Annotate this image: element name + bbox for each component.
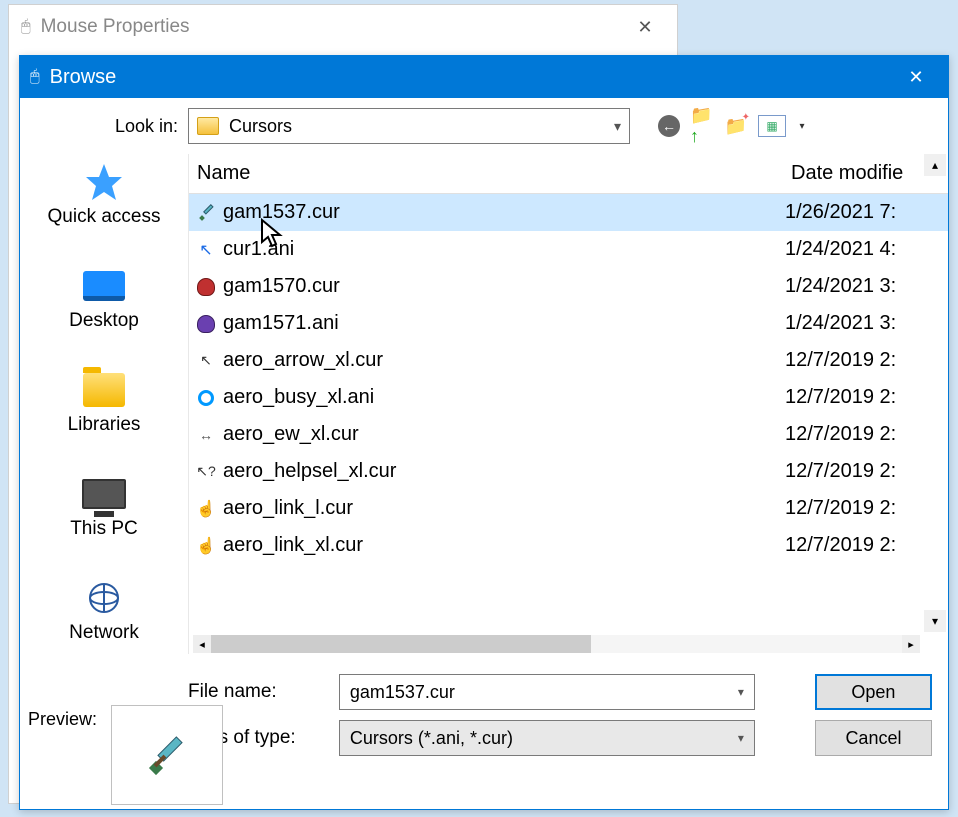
this-pc-icon [80,474,128,514]
sword-icon [143,731,191,779]
network-icon [80,578,128,618]
parent-title: Mouse Properties [41,16,625,38]
scroll-up-button[interactable]: ▴ [924,154,946,176]
file-icon [193,315,219,333]
file-icon [193,278,219,296]
file-name-label: File name: [188,681,339,703]
toolbar: Look in: Cursors ▾ ← 📁↑ 📁 ▦ ▾ [20,98,948,154]
file-name: aero_link_xl.cur [223,534,785,557]
folder-icon [197,117,219,135]
file-icon: ☝ [193,536,219,556]
file-date: 1/26/2021 7: [785,201,926,224]
file-name: aero_helpsel_xl.cur [223,460,785,483]
file-name: gam1537.cur [223,201,785,224]
column-headers: Name Date modifie ▴ [189,154,948,194]
file-date: 12/7/2019 2: [785,534,926,557]
chevron-down-icon: ▾ [614,118,621,135]
file-row[interactable]: ↔aero_ew_xl.cur12/7/2019 2: [189,416,948,453]
file-date: 12/7/2019 2: [785,349,926,372]
file-row[interactable]: ☝aero_link_xl.cur12/7/2019 2: [189,527,948,564]
file-date: 12/7/2019 2: [785,497,926,520]
back-button[interactable]: ← [658,115,680,137]
file-date: 12/7/2019 2: [785,423,926,446]
file-row[interactable]: aero_busy_xl.ani12/7/2019 2: [189,379,948,416]
scrollbar-track[interactable] [211,635,902,653]
places-quick-access[interactable]: Quick access [34,162,174,228]
new-folder-button[interactable]: 📁 [724,114,748,138]
file-date: 12/7/2019 2: [785,386,926,409]
places-bar: Quick access Desktop Libraries This PC N… [20,154,188,654]
preview-box [111,705,223,805]
places-network[interactable]: Network [34,578,174,644]
file-date: 1/24/2021 3: [785,275,926,298]
file-name-value: gam1537.cur [350,682,738,703]
view-menu-button[interactable]: ▦ [758,115,786,137]
up-one-level-button[interactable]: 📁↑ [690,114,714,138]
file-row[interactable]: ↖?aero_helpsel_xl.cur12/7/2019 2: [189,453,948,490]
desktop-icon [80,266,128,306]
file-name: aero_arrow_xl.cur [223,349,785,372]
chevron-down-icon: ▾ [738,685,744,699]
file-row[interactable]: ↖cur1.ani1/24/2021 4: [189,231,948,268]
look-in-label: Look in: [20,116,188,137]
file-date: 12/7/2019 2: [785,460,926,483]
browse-dialog: 🖱 Browse ✕ Look in: Cursors ▾ ← 📁↑ 📁 ▦ ▾… [19,55,949,810]
parent-titlebar: 🖱 Mouse Properties ✕ [9,5,677,49]
file-date: 1/24/2021 4: [785,238,926,261]
close-button[interactable]: ✕ [894,56,938,98]
view-menu-chevron[interactable]: ▾ [796,114,808,138]
file-icon [193,390,219,406]
look-in-dropdown[interactable]: Cursors ▾ [188,108,630,144]
file-name-combobox[interactable]: gam1537.cur ▾ [339,674,755,710]
file-name: cur1.ani [223,238,785,261]
scrollbar-thumb[interactable] [211,635,591,653]
browse-titlebar: 🖱 Browse ✕ [20,56,948,98]
file-row[interactable]: gam1537.cur1/26/2021 7: [189,194,948,231]
cancel-button[interactable]: Cancel [815,720,932,756]
file-icon: ☝ [193,499,219,519]
file-icon: ↔ [193,427,219,443]
horizontal-scrollbar[interactable]: ◂ ▸ [193,634,920,654]
places-this-pc[interactable]: This PC [34,474,174,540]
file-row[interactable]: gam1571.ani1/24/2021 3: [189,305,948,342]
libraries-icon [80,370,128,410]
parent-close-button[interactable]: ✕ [625,12,665,42]
file-name: aero_ew_xl.cur [223,423,785,446]
open-button[interactable]: Open [815,674,932,710]
files-of-type-value: Cursors (*.ani, *.cur) [350,728,738,749]
file-row[interactable]: ☝aero_link_l.cur12/7/2019 2: [189,490,948,527]
scroll-right-button[interactable]: ▸ [902,635,920,653]
preview-label: Preview: [28,705,97,730]
chevron-down-icon: ▾ [738,731,744,745]
browse-title: Browse [50,66,894,89]
file-name: aero_busy_xl.ani [223,386,785,409]
mouse-icon: 🖱 [21,18,31,36]
file-name: aero_link_l.cur [223,497,785,520]
file-row[interactable]: ↖aero_arrow_xl.cur12/7/2019 2: [189,342,948,379]
scroll-down-button[interactable]: ▾ [924,610,946,632]
file-name: gam1571.ani [223,312,785,335]
places-desktop[interactable]: Desktop [34,266,174,332]
file-icon: ↖? [193,463,219,480]
file-icon [193,204,219,222]
file-list: Name Date modifie ▴ gam1537.cur1/26/2021… [188,154,948,654]
file-icon: ↖ [193,352,219,369]
look-in-value: Cursors [229,116,614,137]
scroll-left-button[interactable]: ◂ [193,635,211,653]
file-icon: ↖ [193,240,219,260]
quick-access-icon [80,162,128,202]
file-date: 1/24/2021 3: [785,312,926,335]
mouse-icon: 🖱 [30,68,40,86]
files-of-type-combobox[interactable]: Cursors (*.ani, *.cur) ▾ [339,720,755,756]
file-row[interactable]: gam1570.cur1/24/2021 3: [189,268,948,305]
file-name: gam1570.cur [223,275,785,298]
places-libraries[interactable]: Libraries [34,370,174,436]
column-name[interactable]: Name [189,162,785,185]
